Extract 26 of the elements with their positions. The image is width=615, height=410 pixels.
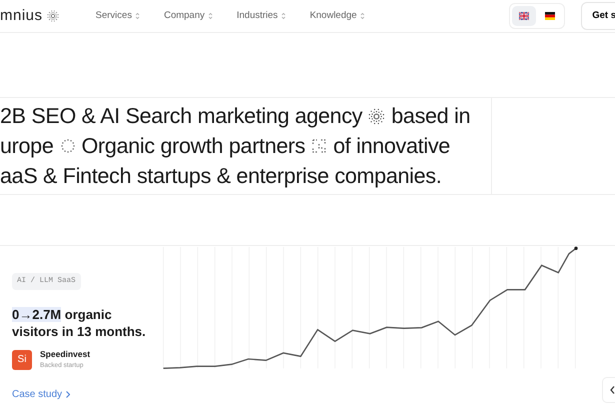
brand-name[interactable]: mnius [0,4,43,28]
chevron-updown-icon [134,12,140,20]
nav-item[interactable]: Industries [236,8,286,24]
company-logo: Si [12,350,32,370]
chevron-left-icon [610,386,615,394]
chevron-right-icon [66,390,70,398]
chevron-updown-icon [280,12,286,20]
dotted-circle-icon [60,138,76,154]
nav-item[interactable]: Company [164,8,213,24]
nav-item[interactable]: Services [96,8,140,24]
company-name: Speedinvest [40,348,90,361]
dot-sphere-icon [368,108,386,124]
uk-flag-icon [519,12,530,20]
german-flag-icon [545,12,556,20]
headline-text: 2B SEO & AI Search marketing agency [0,103,362,130]
language-button[interactable] [512,6,536,26]
chevron-updown-icon [208,12,213,20]
headline-text: aaS & Fintech startups & enterprise companies. [0,163,442,190]
nav-item[interactable]: Knowledge [310,8,365,24]
metric-text: 0→2.7M organic visitors in 13 months. [12,306,147,340]
case-study-link[interactable]: Case study [12,386,158,402]
headline-text: Organic growth partners [82,133,306,160]
chevron-updown-icon [360,12,365,20]
headline-text: of innovative [333,133,450,160]
headline-text: based in [391,103,470,130]
headline-text: urope [0,133,54,160]
